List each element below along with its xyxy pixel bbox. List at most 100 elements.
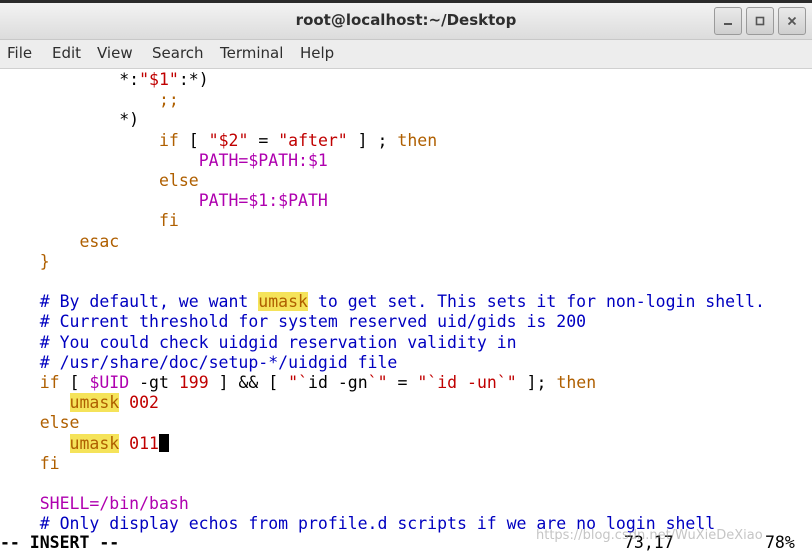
status-scroll-percent: 78% xyxy=(765,533,795,552)
code-line: *:"$1":*) xyxy=(0,70,209,90)
title-bar[interactable]: root@localhost:~/Desktop xyxy=(0,3,812,40)
code-line: if [ "$2" = "after" ] ; then xyxy=(0,131,437,151)
close-button[interactable] xyxy=(778,7,806,35)
code-token: to get set. This sets it for non-login s… xyxy=(307,292,765,312)
code-token: [ xyxy=(59,373,90,392)
code-token: [ xyxy=(178,130,209,150)
code-token: 002 xyxy=(129,393,159,413)
code-token: then xyxy=(556,373,597,392)
code-token: if xyxy=(158,130,179,150)
code-token: ]; xyxy=(516,373,557,392)
menu-edit[interactable]: Edit xyxy=(52,44,81,62)
code-token: *: xyxy=(0,70,140,89)
code-line: umask 011 xyxy=(0,433,169,454)
code-token: } xyxy=(39,251,50,271)
code-line: *) xyxy=(0,110,139,130)
code-token: 199 xyxy=(178,373,209,392)
code-token: "after" xyxy=(278,130,348,150)
menu-search[interactable]: Search xyxy=(152,44,204,62)
menu-file[interactable]: File xyxy=(7,44,32,62)
code-token: id -un xyxy=(437,373,497,392)
code-token: `" xyxy=(367,373,388,392)
code-line: SHELL=/bin/bash xyxy=(0,494,189,514)
code-line: if [ $UID -gt 199 ] && [ "`id -gn`" = "`… xyxy=(0,373,596,393)
code-token: # Current threshold for system reserved … xyxy=(0,312,587,332)
search-highlight: umask xyxy=(69,393,120,413)
code-line: ;; xyxy=(0,90,179,110)
menu-terminal[interactable]: Terminal xyxy=(220,44,283,62)
code-token: esac xyxy=(79,231,120,251)
maximize-button[interactable] xyxy=(746,7,774,35)
code-token: fi xyxy=(158,211,179,231)
code-token: *) xyxy=(0,110,140,130)
code-token: $UID xyxy=(89,373,130,392)
code-token: fi xyxy=(39,453,60,473)
code-token: PATH=$PATH:$1 xyxy=(198,150,328,170)
code-token: then xyxy=(397,130,438,150)
status-mode: -- INSERT -- xyxy=(0,533,120,552)
code-line: else xyxy=(0,413,80,433)
code-token: # /usr/share/doc/setup-*/uidgid file xyxy=(0,352,398,372)
code-line: PATH=$1:$PATH xyxy=(0,191,328,211)
code-token: if xyxy=(39,373,60,392)
search-highlight: umask xyxy=(69,433,120,453)
code-token: ] ; xyxy=(347,130,398,150)
minimize-icon xyxy=(724,23,732,25)
minimize-button[interactable] xyxy=(714,7,742,35)
code-line: # By default, we want umask to get set. … xyxy=(0,292,765,312)
code-token: # By default, we want xyxy=(0,292,259,312)
close-icon xyxy=(787,16,797,26)
code-token: else xyxy=(158,171,199,190)
code-token: = xyxy=(387,373,418,392)
search-highlight: umask xyxy=(258,292,308,312)
code-token: -gt xyxy=(129,373,179,392)
code-line: fi xyxy=(0,211,179,231)
code-line: # You could check uidgid reservation val… xyxy=(0,333,517,353)
code-line: # Current threshold for system reserved … xyxy=(0,312,586,332)
code-token: "` xyxy=(417,373,438,392)
code-line: else xyxy=(0,171,199,191)
code-token: = xyxy=(248,130,279,150)
menu-view[interactable]: View xyxy=(97,44,133,62)
code-token: ;; xyxy=(0,90,179,110)
code-line: PATH=$PATH:$1 xyxy=(0,151,328,171)
code-token: 011 xyxy=(129,433,159,453)
code-line: } xyxy=(0,252,50,272)
window-controls xyxy=(710,7,806,35)
maximize-icon xyxy=(755,16,765,26)
text-cursor xyxy=(158,433,169,452)
menu-help[interactable]: Help xyxy=(300,44,334,62)
code-token: "` xyxy=(288,373,309,392)
code-token: SHELL=/bin/bash xyxy=(39,494,189,514)
code-token: "$2" xyxy=(208,130,249,150)
watermark: https://blog.csdn.net/WuXieDeXiao xyxy=(536,528,763,543)
code-line: esac xyxy=(0,232,119,252)
code-token: ] && [ xyxy=(208,373,289,392)
code-token: # You could check uidgid reservation val… xyxy=(0,332,517,352)
code-token: :*) xyxy=(178,70,209,89)
code-token: "$1" xyxy=(139,70,179,89)
code-line: # /usr/share/doc/setup-*/uidgid file xyxy=(0,352,398,373)
code-line: umask 002 xyxy=(0,393,159,413)
window-title: root@localhost:~/Desktop xyxy=(295,11,517,29)
code-line: fi xyxy=(0,454,60,474)
code-token: else xyxy=(39,413,80,433)
code-token: `" xyxy=(496,373,517,392)
code-token: id -gn xyxy=(308,373,368,392)
menu-bar: File Edit View Search Terminal Help xyxy=(0,40,812,69)
